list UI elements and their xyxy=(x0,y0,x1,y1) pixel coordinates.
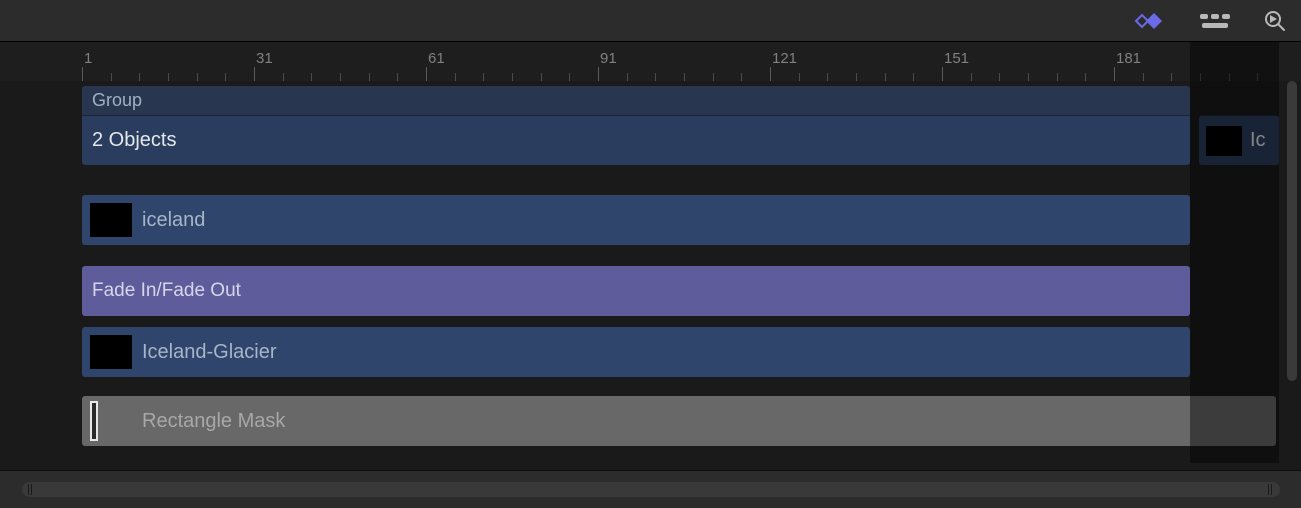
timing-icon[interactable] xyxy=(1197,0,1233,41)
ruler-tick-minor xyxy=(741,73,742,81)
behavior-label: Fade In/Fade Out xyxy=(92,280,241,302)
behavior-fade[interactable]: Fade In/Fade Out xyxy=(82,266,1190,316)
mask-label: Rectangle Mask xyxy=(142,410,285,433)
group-overflow-label: Ic xyxy=(1250,129,1266,152)
ruler-tick-minor xyxy=(455,73,456,81)
vertical-scrollbar[interactable] xyxy=(1283,81,1301,463)
group-title: Group xyxy=(92,90,142,111)
ruler-tick-minor xyxy=(541,73,542,81)
ruler-tick-minor xyxy=(369,73,370,81)
ruler-label: 151 xyxy=(944,50,969,67)
ruler-tick-minor xyxy=(1085,73,1086,81)
ruler-tick-minor xyxy=(512,73,513,81)
clip-iceland-glacier[interactable]: Iceland-Glacier xyxy=(82,327,1190,377)
ruler-tick-minor xyxy=(627,73,628,81)
ruler-tick-minor xyxy=(856,73,857,81)
ruler-label: 31 xyxy=(256,50,273,67)
timeline-tracks: Group 2 Objects Ic iceland Fade In/Fade … xyxy=(0,81,1279,463)
ruler-tick-major xyxy=(426,67,427,81)
ruler-tick-minor xyxy=(483,73,484,81)
ruler-tick-major xyxy=(942,67,943,81)
ruler-tick-minor xyxy=(197,73,198,81)
ruler-tick-minor xyxy=(1257,73,1258,81)
ruler-tick-minor xyxy=(569,73,570,81)
ruler-tick-minor xyxy=(799,73,800,81)
ruler-tick-major xyxy=(82,67,83,81)
ruler-tick-minor xyxy=(971,73,972,81)
ruler-label: 121 xyxy=(772,50,797,67)
ruler-label: 1 xyxy=(84,50,92,67)
keyframe-editor-icon[interactable] xyxy=(1127,0,1167,41)
ruler-tick-minor xyxy=(111,73,112,81)
ruler-tick-minor xyxy=(1200,73,1201,81)
group-overflow-bar[interactable]: Ic xyxy=(1199,115,1279,165)
ruler-tick-minor xyxy=(1028,73,1029,81)
ruler-tick-minor xyxy=(913,73,914,81)
ruler-tick-minor xyxy=(827,73,828,81)
ruler-tick-minor xyxy=(713,73,714,81)
ruler-label: 91 xyxy=(600,50,617,67)
mask-handle-icon xyxy=(90,401,98,441)
clip-iceland[interactable]: iceland xyxy=(82,195,1190,245)
ruler-tick-major xyxy=(770,67,771,81)
ruler-tick-minor xyxy=(283,73,284,81)
mask-rectangle[interactable]: Rectangle Mask xyxy=(82,396,1276,446)
ruler-tick-minor xyxy=(1143,73,1144,81)
ruler-tick-minor xyxy=(1229,73,1230,81)
timeline-zoom-slider[interactable] xyxy=(22,482,1280,497)
ruler-tick-major xyxy=(598,67,599,81)
ruler-tick-minor xyxy=(1171,73,1172,81)
clip-thumbnail xyxy=(90,203,132,237)
ruler-tick-minor xyxy=(311,73,312,81)
group-summary: 2 Objects xyxy=(92,129,176,152)
ruler-tick-major xyxy=(254,67,255,81)
ruler-label: 61 xyxy=(428,50,445,67)
ruler-tick-minor xyxy=(885,73,886,81)
timeline-zoom-bar xyxy=(0,470,1301,508)
clip-thumbnail xyxy=(90,335,132,369)
ruler-tick-minor xyxy=(999,73,1000,81)
ruler-tick-major xyxy=(1114,67,1115,81)
group-summary-bar[interactable]: 2 Objects xyxy=(82,115,1190,165)
group-bar[interactable]: Group xyxy=(82,86,1190,115)
ruler-tick-minor xyxy=(225,73,226,81)
clip-thumbnail xyxy=(1206,126,1242,156)
zoom-grip-left[interactable] xyxy=(28,484,34,495)
clip-label: iceland xyxy=(142,209,205,232)
zoom-grip-right[interactable] xyxy=(1268,484,1274,495)
timeline-ruler[interactable]: 1 31 61 91 121 151 181 xyxy=(0,42,1301,81)
timeline-toolbar xyxy=(0,0,1301,42)
ruler-label: 181 xyxy=(1116,50,1141,67)
clip-label: Iceland-Glacier xyxy=(142,341,277,364)
ruler-tick-minor xyxy=(397,73,398,81)
vertical-scroll-thumb[interactable] xyxy=(1287,81,1297,381)
ruler-tick-minor xyxy=(655,73,656,81)
ruler-tick-minor xyxy=(684,73,685,81)
ruler-tick-minor xyxy=(340,73,341,81)
ruler-tick-minor xyxy=(139,73,140,81)
ruler-tick-minor xyxy=(168,73,169,81)
ruler-tick-minor xyxy=(1057,73,1058,81)
search-preview-icon[interactable] xyxy=(1263,0,1287,41)
